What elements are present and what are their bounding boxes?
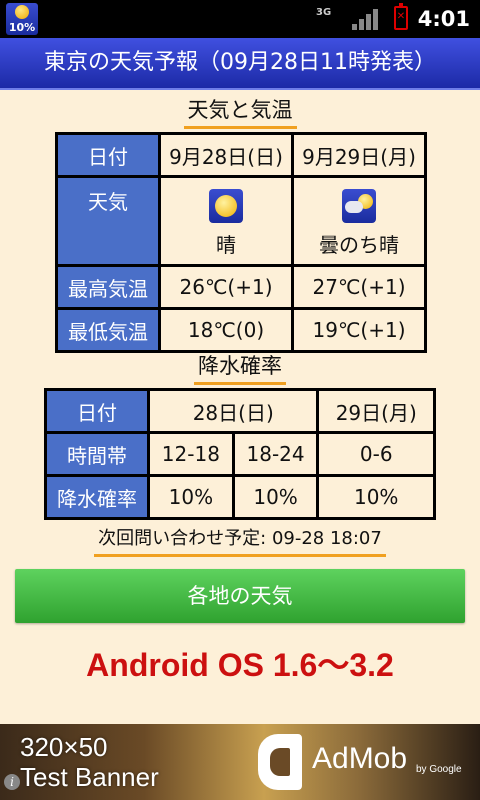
status-bar: 10% 3G 4:01 xyxy=(0,0,480,38)
page-title: 東京の天気予報（09月28日11時発表） xyxy=(0,38,480,90)
date-cell: 28日(日) xyxy=(146,388,320,434)
max-temp-cell: 27℃(+1) xyxy=(291,264,427,310)
probability-cell: 10% xyxy=(231,474,320,520)
signal-strength-icon xyxy=(352,8,378,30)
precipitation-table: 日付 28日(日) 29日(月) 時間帯 12-18 18-24 0-6 降水確… xyxy=(44,388,436,520)
battery-alert-icon xyxy=(394,3,408,30)
table-row: 時間帯 12-18 18-24 0-6 xyxy=(44,431,436,477)
period-cell: 18-24 xyxy=(231,431,320,477)
date-header: 日付 xyxy=(44,388,150,434)
weather-text: 曇のち晴 xyxy=(319,232,399,257)
min-temp-cell: 18℃(0) xyxy=(158,307,294,353)
sun-icon xyxy=(15,5,29,19)
period-cell: 12-18 xyxy=(147,431,235,477)
max-temp-cell: 26℃(+1) xyxy=(158,264,294,310)
table-row: 天気 晴 曇のち晴 xyxy=(55,175,427,267)
weather-temperature-table: 日付 9月28日(日) 9月29日(月) 天気 晴 曇のち晴 最高気温 26℃(… xyxy=(55,132,427,353)
table-row: 降水確率 10% 10% 10% xyxy=(44,474,436,520)
table-row: 日付 28日(日) 29日(月) xyxy=(44,388,436,434)
sunny-icon xyxy=(209,188,243,223)
table-row: 日付 9月28日(日) 9月29日(月) xyxy=(55,132,427,178)
next-query-time: 次回問い合わせ予定: 09-28 18:07 xyxy=(0,524,480,557)
weather-cell: 曇のち晴 xyxy=(291,175,427,267)
weather-section-title: 天気と気温 xyxy=(0,94,480,129)
clock: 4:01 xyxy=(417,7,470,31)
next-query-text: 次回問い合わせ予定: 09-28 18:07 xyxy=(94,524,386,557)
ad-by-google: by Google xyxy=(416,764,462,775)
cloud-then-sun-icon xyxy=(342,188,376,223)
precip-section-title: 降水確率 xyxy=(0,350,480,385)
weather-app-notification-icon[interactable]: 10% xyxy=(6,3,38,35)
weather-section-title-text: 天気と気温 xyxy=(183,94,297,129)
ad-banner[interactable]: 320×50 Test Banner AdMob by Google i xyxy=(0,724,480,800)
ad-size-label: 320×50 xyxy=(20,732,108,762)
table-row: 最低気温 18℃(0) 19℃(+1) xyxy=(55,307,427,353)
admob-logo-icon xyxy=(258,734,302,790)
weather-cell: 晴 xyxy=(158,175,294,267)
network-type-icon: 3G xyxy=(316,7,332,18)
date-header: 日付 xyxy=(55,132,161,178)
precip-section-title-text: 降水確率 xyxy=(194,350,286,385)
weather-header: 天気 xyxy=(55,175,161,267)
min-temp-cell: 19℃(+1) xyxy=(291,307,427,353)
weather-text: 晴 xyxy=(216,232,236,257)
probability-cell: 10% xyxy=(147,474,235,520)
date-cell: 9月29日(月) xyxy=(291,132,427,178)
probability-header: 降水確率 xyxy=(44,474,150,520)
date-cell: 9月28日(日) xyxy=(158,132,294,178)
period-header: 時間帯 xyxy=(44,431,150,477)
ad-test-label: Test Banner xyxy=(20,762,159,792)
app-battery-label: 10% xyxy=(8,21,36,34)
ad-brand: AdMob xyxy=(312,742,408,775)
regional-weather-button[interactable]: 各地の天気 xyxy=(15,569,465,623)
ad-banner-text: 320×50 Test Banner xyxy=(20,732,159,792)
table-row: 最高気温 26℃(+1) 27℃(+1) xyxy=(55,264,427,310)
max-temp-header: 最高気温 xyxy=(55,264,161,310)
os-version-text: Android OS 1.6〜3.2 xyxy=(86,647,394,683)
probability-cell: 10% xyxy=(316,474,436,520)
date-cell: 29日(月) xyxy=(316,388,436,434)
period-cell: 0-6 xyxy=(316,431,436,477)
info-icon[interactable]: i xyxy=(4,774,20,790)
min-temp-header: 最低気温 xyxy=(55,307,161,353)
